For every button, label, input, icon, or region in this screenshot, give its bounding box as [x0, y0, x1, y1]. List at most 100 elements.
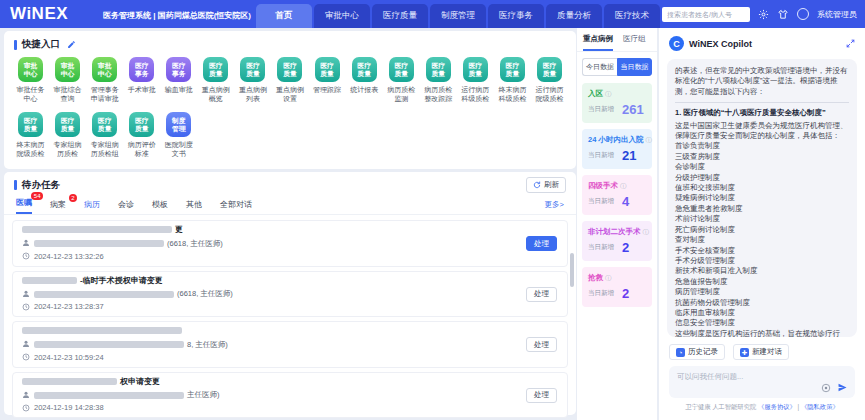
handle-button[interactable]: 处理	[526, 337, 557, 352]
info-icon[interactable]: ⓘ	[605, 274, 612, 283]
quick-entry-tile[interactable]: 医疗质量 专家组病历质检组	[86, 112, 123, 158]
quick-entry-tile[interactable]: 医疗质量 重点病例概览	[197, 57, 234, 103]
refresh-button[interactable]: 刷新	[526, 177, 566, 193]
date-toggle-button[interactable]: 当日数据	[617, 58, 652, 76]
task-item[interactable]: -临时手术授权申请变更 (6618, 主任医师) 2024-12-23 13:2…	[12, 271, 568, 318]
edit-pencil-icon[interactable]	[67, 40, 76, 49]
service-agreement-link[interactable]: 《服务协议》	[758, 403, 796, 410]
stat-card-value-row: 当日新增 261	[588, 102, 646, 117]
quick-entry-tile[interactable]: 医疗质量 管理跟踪	[309, 57, 346, 103]
nav-tab[interactable]: 质量分析	[546, 4, 602, 28]
handle-button[interactable]: 处理	[526, 287, 557, 302]
module-icon[interactable]: 医疗事务	[166, 57, 191, 82]
theme-skin-icon[interactable]	[777, 9, 789, 20]
user-name[interactable]: 系统管理员	[817, 9, 857, 20]
task-tab[interactable]: 医嘱 54	[16, 197, 32, 214]
quick-entry-tile[interactable]: 医疗事务 输血审批	[160, 57, 197, 103]
module-icon[interactable]: 医疗质量	[92, 112, 117, 137]
history-button[interactable]: ◔ 历史记录	[669, 344, 725, 360]
handle-button[interactable]: 处理	[526, 388, 557, 403]
privacy-policy-link[interactable]: 《隐私政策》	[801, 403, 839, 410]
nav-tab[interactable]: 医疗事务	[488, 4, 544, 28]
task-tab-label: 病历	[84, 200, 100, 209]
stat-card[interactable]: 24 小时内出入院ⓘ 当日新增 21	[582, 129, 652, 169]
module-icon-label: 医疗质量	[394, 62, 409, 78]
stat-card[interactable]: 非计划二次手术ⓘ 当日新增 2	[582, 221, 652, 261]
module-icon[interactable]: 医疗质量	[18, 112, 43, 137]
quick-entry-tile[interactable]: 审批中心 管理事务申请审批	[86, 57, 123, 103]
quick-entry-tile[interactable]: 医疗质量 统计报表	[346, 57, 383, 103]
module-icon[interactable]: 医疗质量	[203, 57, 228, 82]
nav-tab[interactable]: 医疗质量	[372, 4, 428, 28]
task-tab[interactable]: 模板	[152, 199, 168, 214]
task-item[interactable]: 8, 主任医师) 2024-12-23 10:59:24 处理	[12, 321, 568, 368]
date-toggle-label: 当日数据	[621, 63, 649, 70]
module-icon[interactable]: 医疗质量	[55, 112, 80, 137]
module-icon[interactable]: 审批中心	[18, 57, 43, 82]
new-chat-button[interactable]: ✚ 新建对话	[733, 344, 789, 360]
task-tab[interactable]: 会诊	[118, 199, 134, 214]
nav-tab[interactable]: 审批中心	[314, 4, 370, 28]
quick-entry-tile[interactable]: 医疗质量 终末病历院级质检	[12, 112, 49, 158]
module-icon[interactable]: 医疗质量	[389, 57, 414, 82]
quick-entry-tile[interactable]: 医疗质量 病历质检整改跟踪	[420, 57, 457, 103]
quick-entry-tile[interactable]: 审批中心 审批综合查询	[49, 57, 86, 103]
module-icon[interactable]: 医疗质量	[500, 57, 525, 82]
stat-card[interactable]: 四级手术ⓘ 当日新增 4	[582, 175, 652, 215]
module-icon[interactable]: 医疗质量	[277, 57, 302, 82]
stat-card[interactable]: 入区ⓘ 当日新增 261	[582, 83, 652, 123]
quick-entry-tile[interactable]: 医疗质量 重点病例设置	[271, 57, 308, 103]
module-icon[interactable]: 医疗质量	[463, 57, 488, 82]
stat-card[interactable]: 抢救ⓘ 当日新增 2	[582, 267, 652, 307]
quick-entry-tile[interactable]: 医疗质量 终末病历科级质检	[494, 57, 531, 103]
send-icon[interactable]	[837, 382, 848, 393]
quick-entry-tile[interactable]: 制度管理 医院制度文书	[160, 112, 197, 158]
quick-entry-tile[interactable]: 医疗质量 重点病例列表	[234, 57, 271, 103]
task-tab[interactable]: 病历	[84, 199, 100, 214]
scrollbar-thumb[interactable]	[570, 253, 574, 287]
task-item[interactable]: 权申请变更 主任医师) 2024-12-19 14:28:38 处理	[12, 372, 568, 419]
settings-gear-icon[interactable]	[758, 9, 769, 20]
quick-entry-label: 手术审批	[125, 85, 159, 94]
module-icon[interactable]: 医疗质量	[537, 57, 562, 82]
date-toggle-button[interactable]: 今日数据	[582, 58, 617, 76]
user-avatar[interactable]	[797, 8, 809, 20]
module-icon[interactable]: 医疗质量	[240, 57, 265, 82]
quick-entry-tile[interactable]: 审批中心 审批任务中心	[12, 57, 49, 103]
module-icon[interactable]: 医疗质量	[129, 112, 154, 137]
task-tab[interactable]: 其他	[186, 199, 202, 214]
nav-tab[interactable]: 制度管理	[430, 4, 486, 28]
quick-entry-tile[interactable]: 医疗质量 专家组病历质检	[49, 112, 86, 158]
voice-icon[interactable]	[821, 383, 831, 393]
info-icon[interactable]: ⓘ	[645, 136, 652, 145]
module-icon[interactable]: 制度管理	[166, 112, 191, 137]
copilot-input[interactable]: 可以问我任何问题...	[669, 366, 855, 398]
info-icon[interactable]: ⓘ	[643, 228, 650, 237]
task-tab[interactable]: 全部对话	[220, 199, 252, 214]
module-icon[interactable]: 医疗质量	[426, 57, 451, 82]
handle-button[interactable]: 处理	[526, 236, 557, 251]
patient-search-input[interactable]	[662, 7, 750, 22]
nav-tab[interactable]: 医疗技术	[604, 4, 660, 28]
info-icon[interactable]: ⓘ	[605, 90, 612, 99]
module-icon[interactable]: 医疗质量	[315, 57, 340, 82]
task-title: 权申请变更	[22, 375, 558, 389]
more-link[interactable]: 更多>	[545, 200, 564, 214]
module-icon[interactable]: 医疗事务	[129, 57, 154, 82]
nav-tab[interactable]: 首页	[256, 4, 312, 28]
stats-tab[interactable]: 医疗组	[623, 34, 646, 51]
quick-entry-tile[interactable]: 医疗质量 病历评价标准	[123, 112, 160, 158]
task-tab[interactable]: 病案 2	[50, 199, 66, 214]
quick-entry-tile[interactable]: 医疗事务 手术审批	[123, 57, 160, 103]
stats-tab[interactable]: 重点病例	[583, 34, 613, 51]
info-icon[interactable]: ⓘ	[620, 182, 627, 191]
task-tab-label: 其他	[186, 200, 202, 209]
expand-icon[interactable]	[846, 39, 855, 48]
quick-entry-tile[interactable]: 医疗质量 运行病历科级质检	[457, 57, 494, 103]
quick-entry-tile[interactable]: 医疗质量 运行病历院级质检	[531, 57, 568, 103]
module-icon[interactable]: 审批中心	[92, 57, 117, 82]
module-icon[interactable]: 医疗质量	[352, 57, 377, 82]
task-item[interactable]: 更 (6618, 主任医师) 2024-12-23 13:32:26 处理	[12, 220, 568, 267]
quick-entry-tile[interactable]: 医疗质量 病历质检监测	[383, 57, 420, 103]
module-icon[interactable]: 审批中心	[55, 57, 80, 82]
